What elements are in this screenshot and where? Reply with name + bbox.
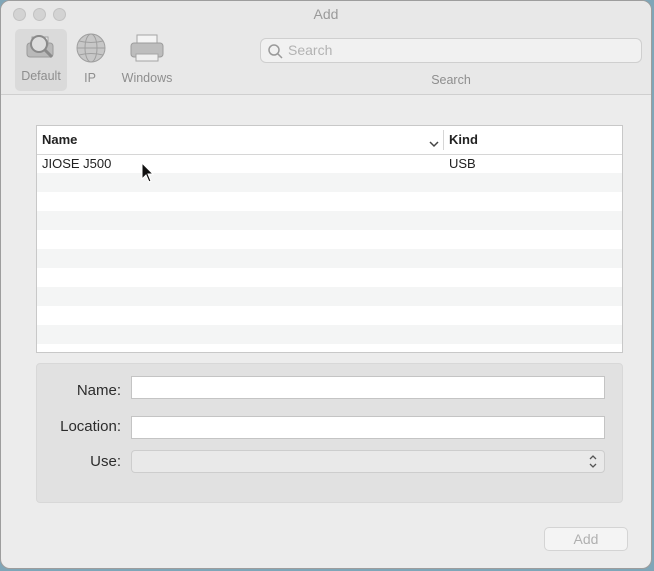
- search-icon: [268, 44, 283, 64]
- table-row-empty: [37, 344, 622, 352]
- table-row-empty: [37, 249, 622, 268]
- table-row-empty: [37, 268, 622, 287]
- search-field[interactable]: Search: [260, 38, 642, 63]
- printer-list-table[interactable]: Name Kind JIOSE J500 USB: [36, 125, 623, 353]
- toolbar-windows-button[interactable]: Windows: [117, 31, 177, 85]
- table-row-empty: [37, 325, 622, 344]
- use-label: Use:: [90, 453, 121, 470]
- windows-printer-icon: [127, 31, 167, 71]
- table-header: Name Kind: [37, 126, 622, 155]
- column-divider: [443, 130, 444, 150]
- table-row-empty: [37, 306, 622, 325]
- window-title: Add: [313, 6, 339, 22]
- mouse-pointer-icon: [141, 161, 155, 189]
- globe-icon: [71, 31, 111, 71]
- location-field[interactable]: [131, 416, 605, 439]
- toolbar: Add Default IP Windows Search Search: [1, 1, 651, 95]
- name-label: Name:: [76, 382, 121, 399]
- use-select[interactable]: [131, 450, 605, 473]
- column-header-kind[interactable]: Kind: [449, 132, 478, 147]
- chevron-down-icon[interactable]: [429, 135, 439, 153]
- table-row-empty: [37, 230, 622, 249]
- add-button[interactable]: Add: [544, 527, 628, 551]
- default-printer-magnifier-icon: [21, 29, 61, 69]
- toolbar-ip-label: IP: [84, 71, 96, 85]
- location-label: Location:: [60, 418, 121, 435]
- toolbar-default-label: Default: [21, 69, 61, 83]
- table-row-empty: [37, 211, 622, 230]
- printer-details-form: Name: Location: Use:: [36, 363, 623, 503]
- printer-name-cell: JIOSE J500: [42, 156, 112, 171]
- toolbar-ip-button[interactable]: IP: [71, 31, 109, 85]
- toolbar-windows-label: Windows: [121, 71, 173, 85]
- search-label: Search: [431, 73, 471, 87]
- name-field[interactable]: [131, 376, 605, 399]
- table-row-empty: [37, 192, 622, 211]
- column-header-name[interactable]: Name: [42, 132, 77, 147]
- add-printer-window: Add Default IP Windows Search Search Nam…: [0, 0, 652, 569]
- table-row-empty: [37, 173, 622, 192]
- search-placeholder: Search: [288, 42, 333, 58]
- table-rows: JIOSE J500 USB: [37, 154, 622, 352]
- up-down-chevron-icon: [588, 454, 598, 474]
- table-row-empty: [37, 287, 622, 306]
- table-row[interactable]: JIOSE J500 USB: [37, 154, 622, 173]
- printer-kind-cell: USB: [449, 156, 476, 171]
- toolbar-default-button[interactable]: Default: [15, 29, 67, 91]
